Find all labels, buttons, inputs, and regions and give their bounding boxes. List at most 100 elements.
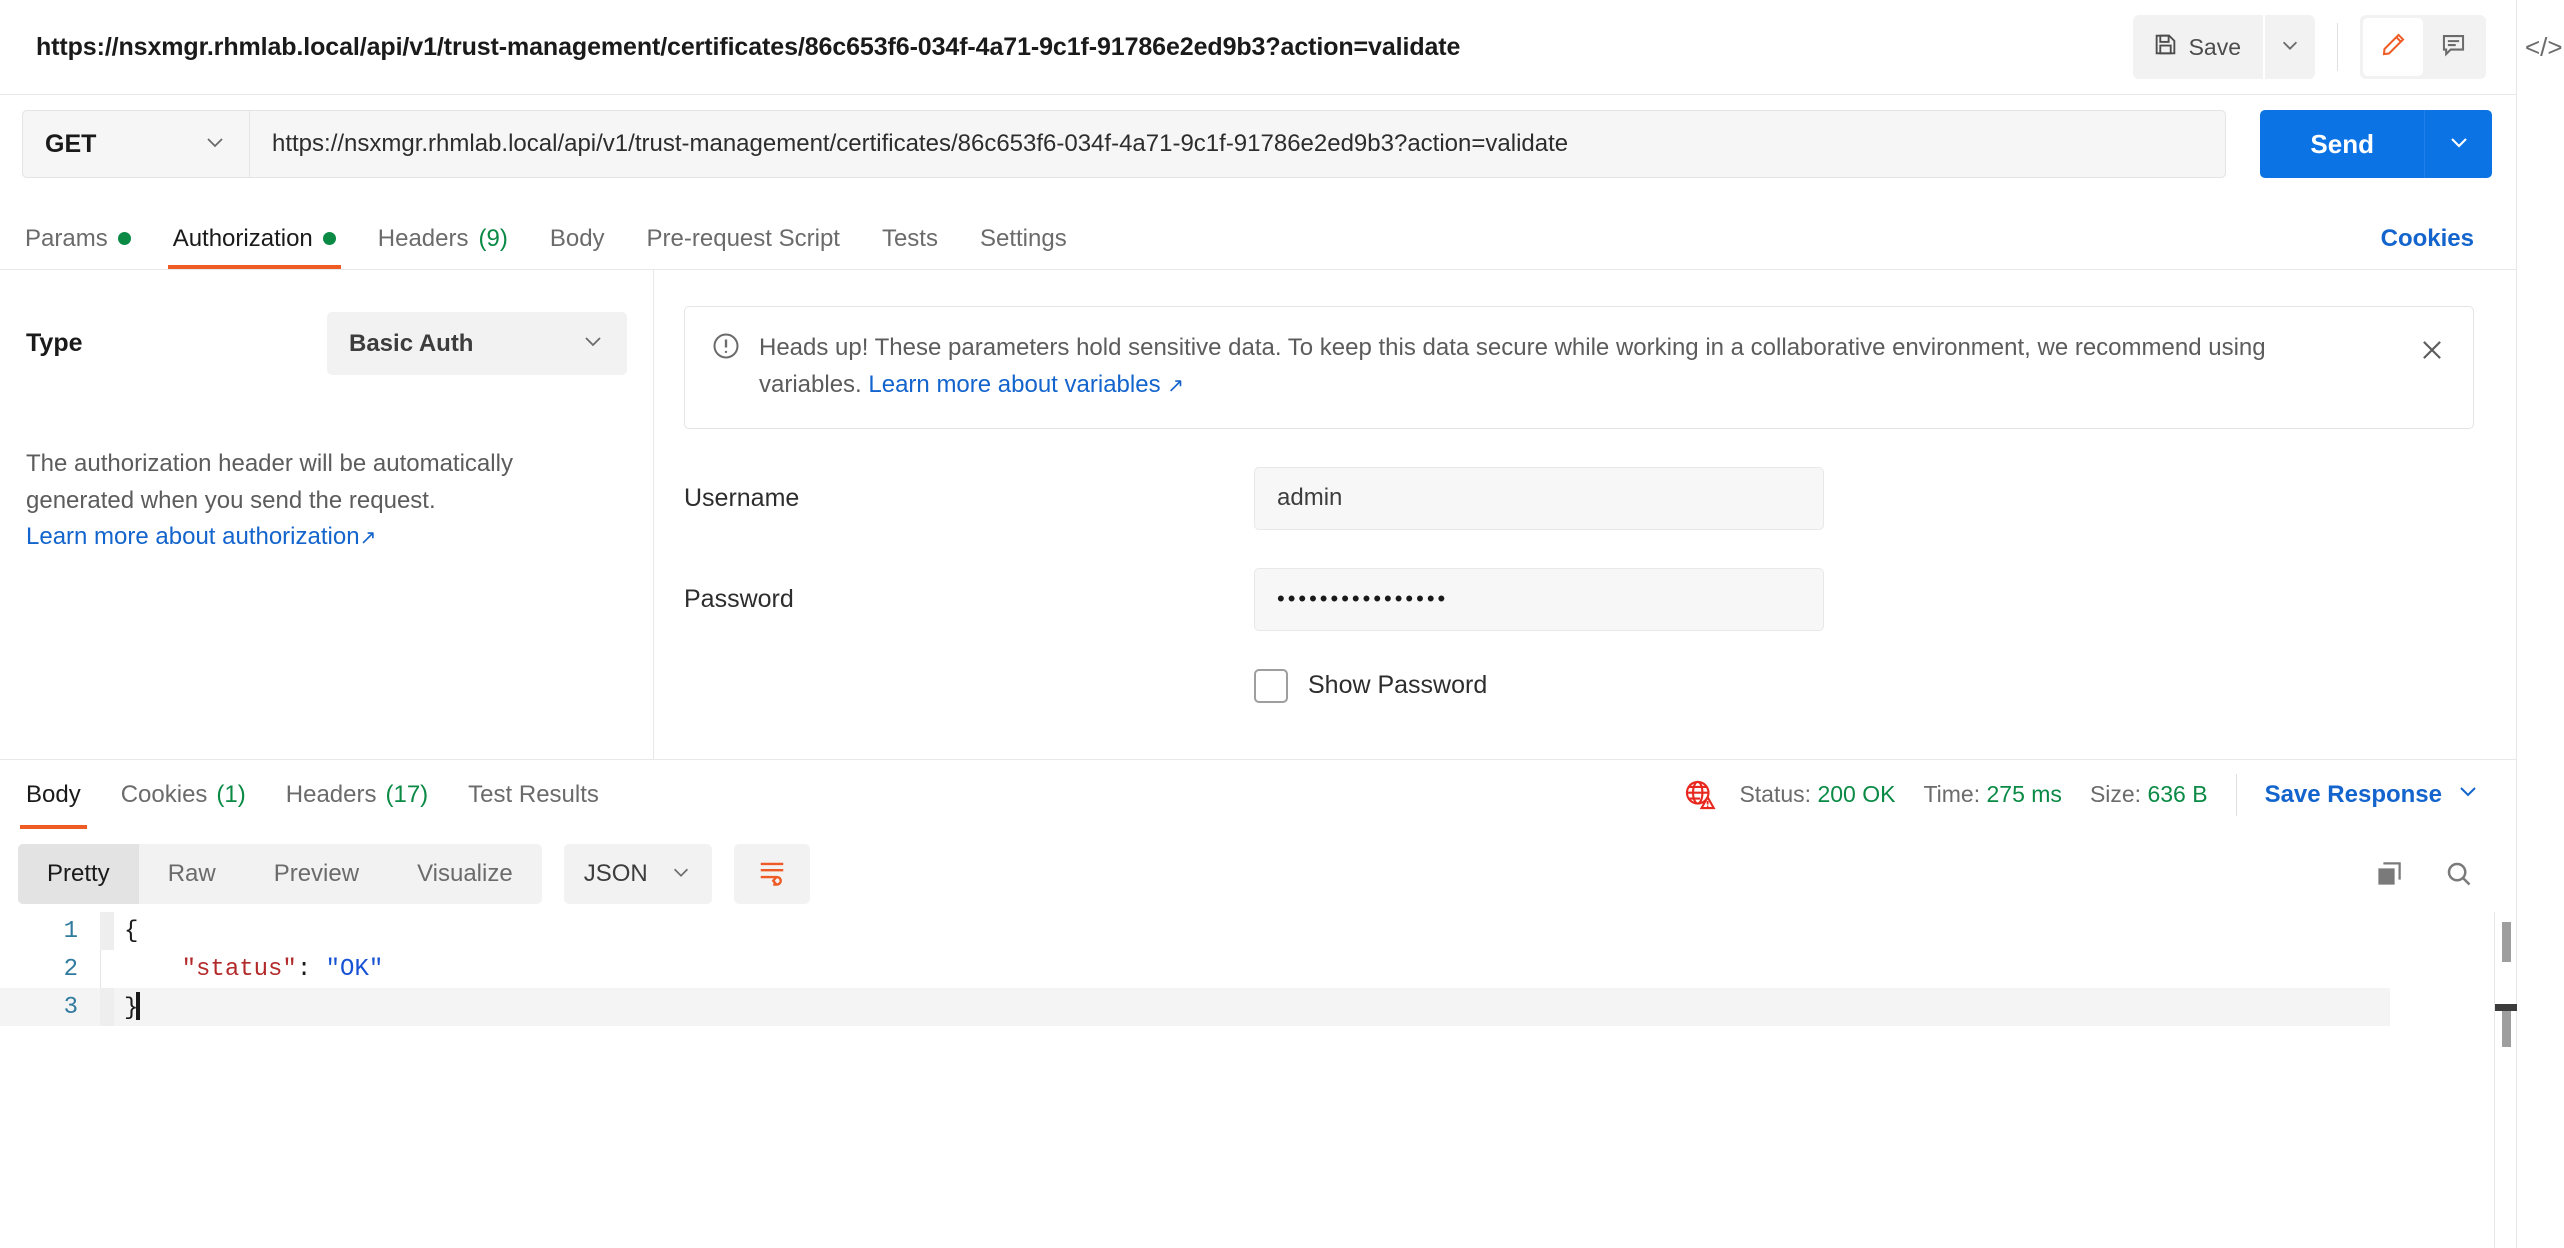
view-mode-visualize[interactable]: Visualize [388, 844, 542, 904]
code-text: } [114, 992, 141, 1022]
comment-button[interactable] [2423, 18, 2483, 76]
copy-icon[interactable] [2374, 859, 2404, 889]
view-mode-pretty[interactable]: Pretty [18, 844, 139, 904]
external-link-icon: ↗ [359, 527, 377, 550]
response-body-code[interactable]: 1 { 2 "status": "OK" 3 } [0, 912, 2468, 1248]
response-tab-headers[interactable]: Headers (17) [266, 760, 448, 829]
tab-headers[interactable]: Headers (9) [357, 208, 529, 269]
response-tab-headers-label: Headers [285, 780, 377, 808]
word-wrap-button[interactable] [733, 844, 810, 904]
tab-body-label: Body [549, 224, 605, 252]
alert-circle-icon [711, 331, 741, 366]
username-input[interactable]: admin [1254, 466, 1824, 530]
json-key: "status" [124, 955, 297, 983]
size-badge: Size: 636 B [2090, 781, 2208, 808]
auth-description: The authorization header will be automat… [26, 450, 513, 515]
code-line: 2 "status": "OK" [0, 950, 2468, 988]
sensitive-data-notice-text: Heads up! These parameters hold sensitiv… [759, 329, 2359, 404]
code-snippet-icon[interactable]: </> [2525, 32, 2563, 63]
external-link-icon: ↗ [1167, 375, 1184, 398]
chevron-down-icon [2456, 779, 2480, 810]
chevron-down-icon [581, 329, 605, 358]
search-icon[interactable] [2444, 859, 2474, 889]
tab-body[interactable]: Body [529, 208, 626, 269]
fold-marker[interactable] [100, 988, 114, 1026]
send-options-button[interactable] [2424, 110, 2492, 178]
line-number: 2 [63, 955, 78, 983]
auth-type-select[interactable]: Basic Auth [327, 312, 627, 375]
tab-authorization[interactable]: Authorization [152, 208, 357, 269]
fold-marker [100, 950, 114, 988]
code-line: 1 { [0, 912, 2468, 950]
url-input[interactable]: https://nsxmgr.rhmlab.local/api/v1/trust… [250, 110, 2227, 178]
learn-more-authorization-label: Learn more about authorization [26, 523, 360, 551]
show-password-label[interactable]: Show Password [1308, 671, 1487, 700]
method-select[interactable]: GET [22, 110, 250, 178]
username-row: Username admin [684, 466, 2474, 530]
learn-more-variables-link[interactable]: Learn more about variables ↗ [868, 371, 1184, 398]
auth-type-label: Type [26, 329, 83, 357]
save-button[interactable]: Save [2132, 15, 2263, 79]
send-button[interactable]: Send [2260, 110, 2424, 178]
header-divider [2337, 23, 2338, 71]
response-meta: Status: 200 OK Time: 275 ms Size: 636 B … [1683, 760, 2516, 829]
chevron-down-icon [203, 130, 227, 159]
code-text: "status": "OK" [114, 955, 384, 983]
time-value: 275 ms [1986, 781, 2062, 807]
response-body-scrollbar[interactable] [2494, 912, 2517, 1248]
response-tab-body[interactable]: Body [6, 760, 101, 829]
sensitive-data-notice: Heads up! These parameters hold sensitiv… [684, 306, 2474, 429]
tab-settings-label: Settings [979, 224, 1067, 252]
cookies-link[interactable]: Cookies [2381, 208, 2474, 269]
response-body-toolbar: Pretty Raw Preview Visualize JSON [0, 836, 2516, 912]
view-mode-raw[interactable]: Raw [139, 844, 245, 904]
chevron-down-icon [2447, 130, 2471, 159]
save-response-label: Save Response [2264, 780, 2442, 808]
save-response-button[interactable]: Save Response [2265, 779, 2480, 810]
code-text: { [124, 917, 139, 945]
auth-type-value: Basic Auth [349, 329, 474, 357]
size-label: Size: [2089, 781, 2142, 807]
scrollbar-thumb-lower[interactable] [2502, 1011, 2511, 1047]
show-password-checkbox[interactable] [1254, 668, 1288, 703]
close-notice-button[interactable] [2417, 335, 2447, 370]
response-tab-test-results[interactable]: Test Results [448, 760, 619, 829]
learn-more-authorization-link[interactable]: Learn more about authorization↗ [26, 523, 376, 551]
edit-button[interactable] [2363, 18, 2423, 76]
learn-more-variables-label: Learn more about variables [868, 371, 1161, 399]
password-input[interactable]: •••••••••••••••• [1254, 567, 1824, 631]
comment-icon [2440, 31, 2467, 63]
status-badge: Status: 200 OK [1739, 781, 1895, 808]
authorization-fields-panel: Heads up! These parameters hold sensitiv… [654, 270, 2516, 759]
code-line: 3 } [0, 988, 2390, 1026]
tab-pre-request-script[interactable]: Pre-request Script [626, 208, 861, 269]
request-header-bar: https://nsxmgr.rhmlab.local/api/v1/trust… [0, 0, 2516, 95]
url-bar: GET https://nsxmgr.rhmlab.local/api/v1/t… [22, 110, 2492, 178]
view-mode-preview[interactable]: Preview [245, 844, 388, 904]
tab-tests[interactable]: Tests [861, 208, 959, 269]
json-value: "OK" [325, 955, 384, 983]
chevron-down-icon [670, 861, 692, 888]
word-wrap-icon [757, 857, 787, 892]
response-view-mode-group: Pretty Raw Preview Visualize [18, 844, 542, 904]
tab-settings[interactable]: Settings [959, 208, 1088, 269]
request-tab-bar: Params Authorization Headers (9) Body Pr… [0, 208, 2516, 270]
tab-pre-request-script-label: Pre-request Script [646, 224, 840, 252]
save-options-button[interactable] [2265, 15, 2315, 79]
scrollbar-thumb[interactable] [2502, 922, 2511, 962]
tab-authorization-label: Authorization [172, 224, 313, 252]
status-label: Status: [1739, 781, 1812, 807]
response-tab-cookies[interactable]: Cookies (1) [101, 760, 266, 829]
chevron-down-icon [2279, 34, 2301, 61]
fold-marker[interactable] [100, 912, 114, 950]
globe-warning-icon[interactable] [1683, 778, 1717, 812]
response-tab-cookies-label: Cookies [120, 780, 208, 808]
response-format-select[interactable]: JSON [563, 844, 712, 904]
tab-tests-label: Tests [881, 224, 938, 252]
modified-dot-icon [322, 232, 336, 245]
password-label: Password [684, 584, 794, 613]
tab-params[interactable]: Params [4, 208, 152, 269]
text-cursor [136, 992, 141, 1020]
header-icon-group [2360, 15, 2486, 79]
line-number: 1 [63, 917, 78, 945]
